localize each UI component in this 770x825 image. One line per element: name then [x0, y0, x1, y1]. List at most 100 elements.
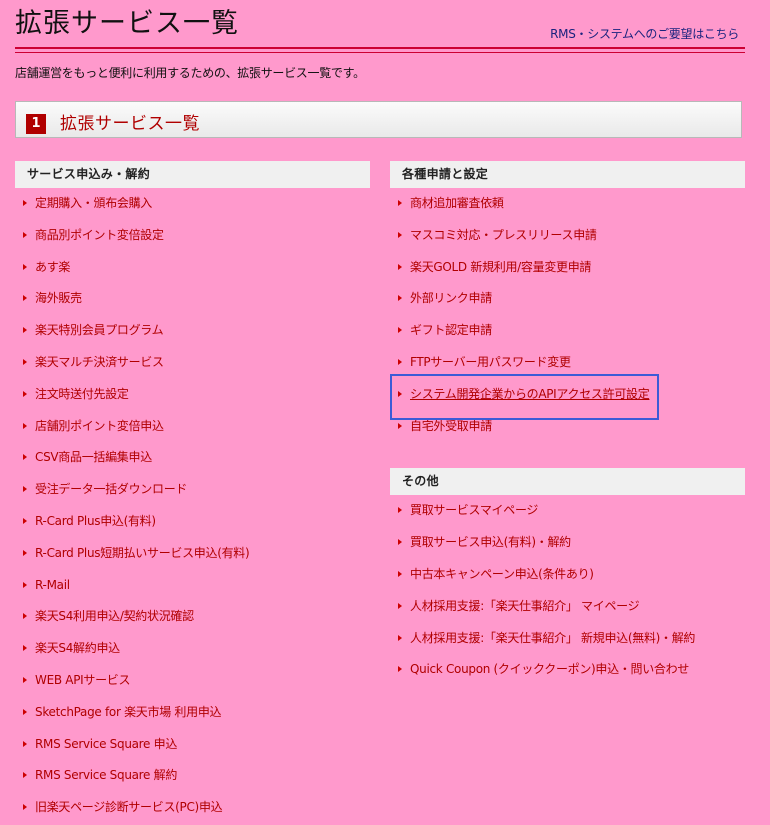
settings-list: 商材追加審査依頼 マスコミ対応・プレスリリース申請 楽天GOLD 新規利用/容量… [390, 188, 745, 442]
list-item: 海外販売 [15, 283, 370, 315]
list-item: 受注データ一括ダウンロード [15, 474, 370, 506]
service-signup-header: サービス申込み・解約 [15, 161, 370, 188]
list-item: 人材採用支援:「楽天仕事紹介」 新規申込(無料)・解約 [390, 623, 745, 655]
list-item: 中古本キャンペーン申込(条件あり) [390, 559, 745, 591]
arrow-bullet-icon [23, 422, 27, 429]
arrow-bullet-icon [23, 486, 27, 493]
settings-header: 各種申請と設定 [390, 161, 745, 188]
settings-link[interactable]: マスコミ対応・プレスリリース申請 [410, 228, 597, 242]
arrow-bullet-icon [23, 708, 27, 715]
list-item: R-Card Plus申込(有料) [15, 506, 370, 538]
service-link[interactable]: 楽天マルチ決済サービス [35, 355, 164, 369]
arrow-bullet-icon [398, 295, 402, 302]
service-link[interactable]: CSV商品一括編集申込 [35, 450, 152, 464]
service-link[interactable]: R-Mail [35, 578, 70, 592]
other-link[interactable]: Quick Coupon (クイッククーポン)申込・問い合わせ [410, 662, 689, 676]
list-item: 自宅外受取申請 [390, 411, 745, 443]
service-link[interactable]: 楽天S4解約申込 [35, 641, 120, 655]
list-item: SketchPage for 楽天市場 利用申込 [15, 697, 370, 729]
arrow-bullet-icon [398, 507, 402, 514]
service-link[interactable]: あす楽 [35, 260, 70, 274]
arrow-bullet-icon [398, 327, 402, 334]
list-item: 楽天S4解約申込 [15, 633, 370, 665]
feedback-link[interactable]: RMS・システムへのご要望はこちら [550, 25, 739, 42]
list-item: 楽天マルチ決済サービス [15, 347, 370, 379]
service-link[interactable]: 商品別ポイント変倍設定 [35, 228, 164, 242]
service-link[interactable]: 海外販売 [35, 291, 82, 305]
arrow-bullet-icon [398, 231, 402, 238]
arrow-bullet-icon [23, 581, 27, 588]
service-link[interactable]: RMS Service Square 解約 [35, 768, 177, 782]
arrow-bullet-icon [398, 666, 402, 673]
list-item: 旧楽天ページ診断サービス(PC)申込 [15, 792, 370, 824]
arrow-bullet-icon [23, 549, 27, 556]
service-link[interactable]: R-Card Plus申込(有料) [35, 514, 156, 528]
list-item: Quick Coupon (クイッククーポン)申込・問い合わせ [390, 654, 745, 686]
section-number-badge: 1 [26, 114, 46, 134]
service-link[interactable]: 楽天特別会員プログラム [35, 323, 164, 337]
service-link[interactable]: 楽天S4利用申込/契約状況確認 [35, 609, 194, 623]
other-link[interactable]: 買取サービスマイページ [410, 503, 538, 517]
arrow-bullet-icon [23, 613, 27, 620]
service-link[interactable]: 注文時送付先設定 [35, 387, 129, 401]
settings-link[interactable]: ギフト認定申請 [410, 323, 492, 337]
service-link[interactable]: 定期購入・頒布会購入 [35, 196, 152, 210]
list-item: 楽天特別会員プログラム [15, 315, 370, 347]
arrow-bullet-icon [23, 231, 27, 238]
arrow-bullet-icon [23, 358, 27, 365]
page-title: 拡張サービス一覧 [15, 8, 239, 39]
header-rule-thin [15, 52, 745, 53]
list-item: あす楽 [15, 252, 370, 284]
arrow-bullet-icon [23, 295, 27, 302]
list-item: 人材採用支援:「楽天仕事紹介」 マイページ [390, 591, 745, 623]
api-access-permission-link[interactable]: システム開発企業からのAPIアクセス許可設定 [410, 387, 650, 401]
service-link[interactable]: 店舗別ポイント変倍申込 [35, 419, 164, 433]
arrow-bullet-icon [398, 634, 402, 641]
list-item: 楽天GOLD 新規利用/容量変更申請 [390, 252, 745, 284]
section-title: 拡張サービス一覧 [60, 114, 200, 134]
service-link[interactable]: RMS Service Square 申込 [35, 737, 177, 751]
list-item: 買取サービスマイページ [390, 495, 745, 527]
arrow-bullet-icon [23, 676, 27, 683]
arrow-bullet-icon [23, 804, 27, 811]
settings-link[interactable]: 楽天GOLD 新規利用/容量変更申請 [410, 260, 591, 274]
settings-column: 各種申請と設定 商材追加審査依頼 マスコミ対応・プレスリリース申請 楽天GOLD… [390, 161, 745, 686]
arrow-bullet-icon [23, 327, 27, 334]
arrow-bullet-icon [398, 422, 402, 429]
service-signup-list: 定期購入・頒布会購入 商品別ポイント変倍設定 あす楽 海外販売 楽天特別会員プロ… [15, 188, 370, 824]
settings-link[interactable]: 外部リンク申請 [410, 291, 492, 305]
arrow-bullet-icon [398, 390, 402, 397]
service-link[interactable]: R-Card Plus短期払いサービス申込(有料) [35, 546, 250, 560]
settings-link[interactable]: FTPサーバー用パスワード変更 [410, 355, 571, 369]
other-link[interactable]: 人材採用支援:「楽天仕事紹介」 マイページ [410, 599, 640, 613]
intro-text: 店舗運営をもっと便利に利用するための、拡張サービス一覧です。 [15, 66, 365, 80]
list-item: システム開発企業からのAPIアクセス許可設定 [390, 379, 745, 411]
arrow-bullet-icon [398, 263, 402, 270]
other-list: 買取サービスマイページ 買取サービス申込(有料)・解約 中古本キャンペーン申込(… [390, 495, 745, 686]
list-item: 定期購入・頒布会購入 [15, 188, 370, 220]
list-item: ギフト認定申請 [390, 315, 745, 347]
settings-link[interactable]: 商材追加審査依頼 [410, 196, 504, 210]
list-item: RMS Service Square 申込 [15, 729, 370, 761]
arrow-bullet-icon [398, 539, 402, 546]
arrow-bullet-icon [398, 602, 402, 609]
other-link[interactable]: 買取サービス申込(有料)・解約 [410, 535, 571, 549]
list-item: CSV商品一括編集申込 [15, 442, 370, 474]
service-link[interactable]: SketchPage for 楽天市場 利用申込 [35, 705, 222, 719]
list-item: マスコミ対応・プレスリリース申請 [390, 220, 745, 252]
list-item: 注文時送付先設定 [15, 379, 370, 411]
list-item: 店舗別ポイント変倍申込 [15, 411, 370, 443]
section-banner: 1 拡張サービス一覧 [15, 101, 742, 138]
arrow-bullet-icon [23, 200, 27, 206]
list-item: FTPサーバー用パスワード変更 [390, 347, 745, 379]
service-link[interactable]: 旧楽天ページ診断サービス(PC)申込 [35, 800, 223, 814]
other-link[interactable]: 人材採用支援:「楽天仕事紹介」 新規申込(無料)・解約 [410, 631, 695, 645]
settings-link[interactable]: 自宅外受取申請 [410, 419, 492, 433]
service-signup-column: サービス申込み・解約 定期購入・頒布会購入 商品別ポイント変倍設定 あす楽 海外… [15, 161, 370, 824]
arrow-bullet-icon [23, 390, 27, 397]
other-link[interactable]: 中古本キャンペーン申込(条件あり) [410, 567, 594, 581]
arrow-bullet-icon [23, 454, 27, 461]
service-link[interactable]: WEB APIサービス [35, 673, 130, 687]
service-link[interactable]: 受注データ一括ダウンロード [35, 482, 187, 496]
list-item: R-Card Plus短期払いサービス申込(有料) [15, 538, 370, 570]
